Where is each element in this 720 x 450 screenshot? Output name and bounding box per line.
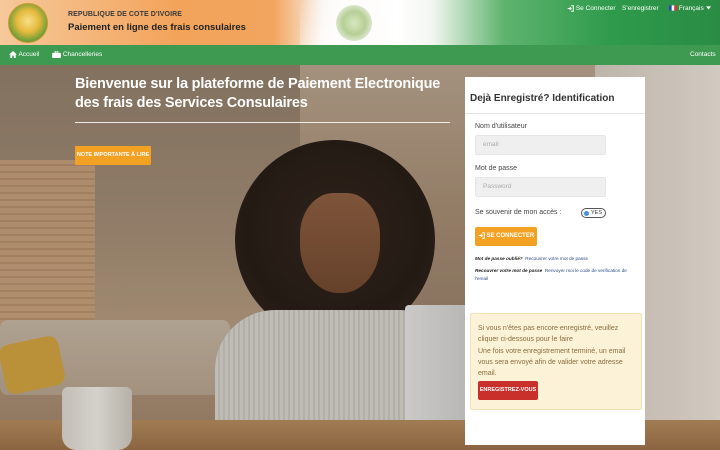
nav-home[interactable]: Accueil (9, 51, 39, 58)
nav-home-label: Accueil (18, 51, 40, 59)
center-emblem-watermark (336, 5, 372, 41)
coat-of-arms-logo[interactable] (8, 3, 48, 43)
register-text-1: Si vous n'êtes pas encore enregistré, ve… (478, 325, 619, 332)
register-text-5: email. (478, 370, 497, 377)
nav-chancelleries-label: Chancelleries (62, 51, 103, 59)
register-button[interactable]: ENREGISTREZ-VOUS (478, 381, 538, 400)
hero-title: Bienvenue sur la plateforme de Paiement … (75, 76, 441, 111)
sign-in-icon (478, 232, 485, 239)
site-subtitle[interactable]: Paiement en ligne des frais consulaires (68, 22, 246, 33)
nav-chancelleries[interactable]: Chancelleries (52, 51, 102, 58)
password-label: Mot de passe (475, 165, 518, 172)
language-selector[interactable]: Français (669, 5, 711, 12)
main-navbar: Accueil Chancelleries Contacts (0, 45, 720, 65)
register-text-3: Une fois votre enregistrement terminé, u… (478, 348, 626, 355)
briefcase-icon (52, 51, 61, 58)
resend-verification-link-cont[interactable]: l'email (475, 276, 488, 281)
caret-down-icon (705, 6, 711, 10)
login-submit-button[interactable]: SE CONNECTER (475, 227, 537, 246)
sign-in-icon (567, 5, 574, 12)
username-input[interactable]: email (475, 135, 606, 155)
important-note-button[interactable]: NOTE IMPORTANTE À LIRE (75, 146, 151, 165)
register-text-4: vous sera envoyé afin de valider votre a… (478, 359, 623, 366)
toggle-label: YES (591, 210, 603, 216)
top-header: REPUBLIQUE DE COTE D'IVOIRE Paiement en … (0, 0, 720, 45)
toggle-knob (584, 211, 589, 216)
login-divider (465, 113, 645, 114)
remember-label: Se souvenir de mon accès : (475, 209, 562, 216)
register-text-2: cliquer ci-dessous pour le faire (478, 336, 573, 343)
french-flag-icon (669, 5, 677, 11)
home-icon (9, 51, 17, 58)
hero-divider (75, 122, 450, 123)
republic-name: REPUBLIQUE DE COTE D'IVOIRE (68, 11, 183, 18)
resend-verification-link[interactable]: Renvoyer moi le code de verification de (545, 268, 627, 273)
language-label: Français (678, 5, 704, 12)
nav-contacts[interactable]: Contacts (690, 51, 716, 58)
forgot-password-question: Mot de passe oublié? (475, 256, 523, 261)
top-login-label: Se Connecter (575, 5, 616, 13)
forgot-password-row: Mot de passe oublié? Recouvrer votre mot… (475, 256, 588, 261)
recover-question: Recouvrer votre mot de passe (475, 268, 543, 273)
top-register-link[interactable]: S'enregistrer (622, 5, 659, 12)
password-input[interactable]: Password (475, 177, 606, 197)
login-title: Dejà Enregistré? Identification (470, 93, 615, 104)
username-label: Nom d'utilisateur (475, 123, 527, 130)
recover-row: Recouvrer votre mot de passe Renvoyer mo… (475, 268, 627, 273)
remember-toggle[interactable]: YES (581, 208, 606, 218)
recover-row-2: l'email (475, 276, 488, 281)
top-login-link[interactable]: Se Connecter (567, 5, 616, 12)
forgot-password-link[interactable]: Recouvrer votre mot de passe (525, 256, 588, 261)
login-submit-label: SE CONNECTER (486, 233, 535, 239)
